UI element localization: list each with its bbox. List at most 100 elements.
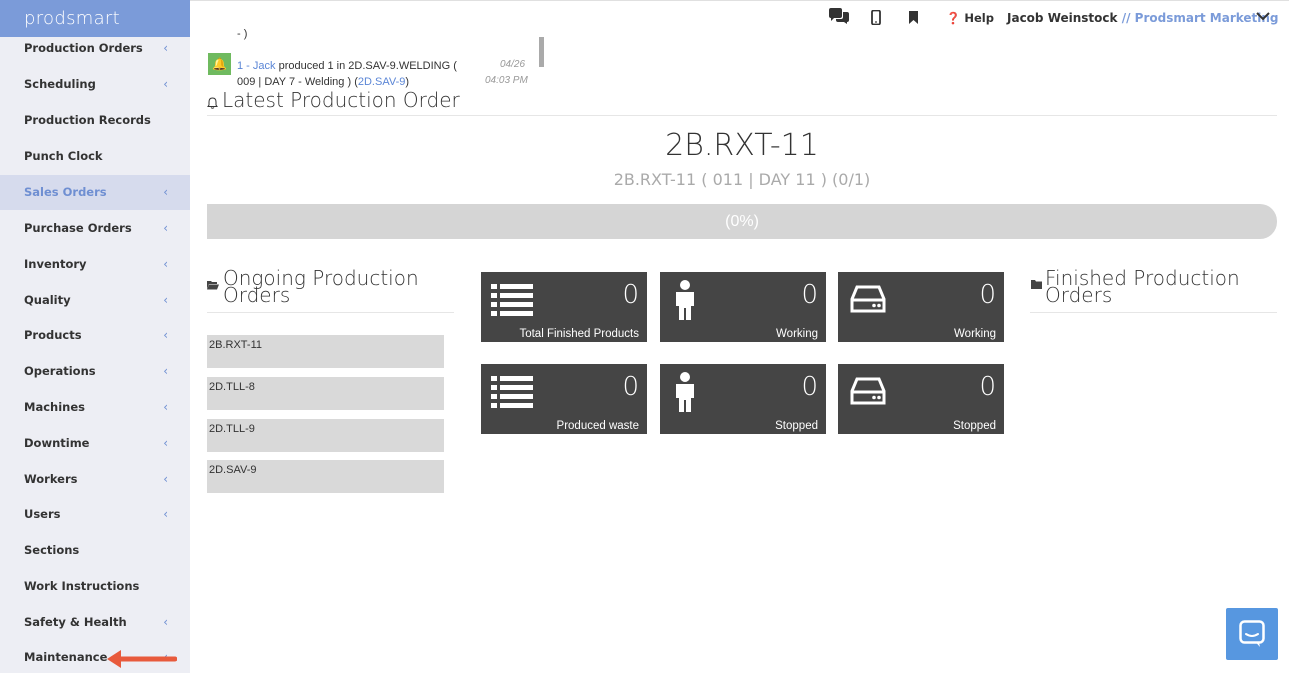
- ongoing-title: Ongoing Production Orders: [223, 268, 419, 305]
- bell-outline-icon: [207, 97, 218, 109]
- sidebar-item-operations[interactable]: Operations ‹: [0, 354, 190, 389]
- sidebar-item-inventory[interactable]: Inventory ‹: [0, 247, 190, 282]
- sidebar-item-purchase-orders[interactable]: Purchase Orders ‹: [0, 211, 190, 246]
- question-circle-icon: ❓: [946, 11, 961, 25]
- chevron-left-icon: ‹: [163, 257, 168, 271]
- tile-value: 0: [979, 280, 996, 310]
- hdd-icon: [850, 377, 886, 405]
- chat-icon[interactable]: [828, 8, 850, 26]
- sidebar-item-sections[interactable]: Sections: [0, 533, 190, 568]
- chevron-left-icon: ‹: [163, 41, 168, 55]
- help-label: Help: [964, 11, 994, 25]
- tile-label: Stopped: [953, 420, 996, 432]
- sidebar-item-label: Users: [24, 507, 61, 521]
- hdd-icon: [850, 285, 886, 313]
- notification-fragment: - ): [237, 28, 248, 40]
- tile-working-workers[interactable]: 0 Working: [660, 272, 826, 342]
- sidebar-item-label: Production Records: [24, 113, 151, 127]
- ongoing-order-item[interactable]: 2D.TLL-9: [207, 419, 444, 452]
- sidebar-item-work-instructions[interactable]: Work Instructions: [0, 569, 190, 604]
- sidebar-item-sales-orders[interactable]: Sales Orders ‹: [0, 175, 190, 210]
- tile-value: 0: [801, 372, 818, 402]
- tile-label: Produced waste: [556, 420, 639, 432]
- sidebar-item-users[interactable]: Users ‹: [0, 497, 190, 532]
- sidebar-item-label: Products: [24, 328, 82, 342]
- ongoing-order-item[interactable]: 2D.TLL-8: [207, 377, 444, 410]
- tile-stopped-machines[interactable]: 0 Stopped: [838, 364, 1004, 434]
- sidebar-item-label: Purchase Orders: [24, 221, 132, 235]
- sidebar-item-safety-health[interactable]: Safety & Health ‹: [0, 605, 190, 640]
- sidebar-item-punch-clock[interactable]: Punch Clock: [0, 139, 190, 174]
- latest-order-subtitle: 2B.RXT-11 ( 011 | DAY 11 ) (0/1): [613, 170, 871, 189]
- sidebar-item-machines[interactable]: Machines ‹: [0, 390, 190, 425]
- list-icon: [491, 284, 533, 316]
- mobile-icon[interactable]: [871, 10, 881, 25]
- chevron-left-icon: ‹: [163, 436, 168, 450]
- chevron-left-icon: ‹: [163, 615, 168, 629]
- latest-order-code[interactable]: 2B.RXT-11: [207, 128, 1277, 163]
- sidebar-item-workers[interactable]: Workers ‹: [0, 462, 190, 497]
- annotation-arrow-icon: [107, 650, 177, 668]
- chevron-left-icon: ‹: [163, 293, 168, 307]
- sidebar-item-label: Production Orders: [24, 41, 143, 55]
- sidebar-item-label: Inventory: [24, 257, 87, 271]
- sidebar-item-label: Scheduling: [24, 77, 96, 91]
- chevron-left-icon: ‹: [163, 472, 168, 486]
- sidebar-item-products[interactable]: Products ‹: [0, 318, 190, 353]
- notification-text: 1 - Jack produced 1 in 2D.SAV-9.WELDING …: [237, 58, 497, 90]
- divider: [207, 115, 1277, 116]
- notification-line2: 009 | DAY 7 - Welding ) (: [237, 76, 358, 88]
- sidebar-item-label: Operations: [24, 364, 96, 378]
- finished-title-line2: Orders: [1045, 283, 1113, 307]
- notification-scrollbar[interactable]: [539, 37, 544, 67]
- help-link[interactable]: ❓ Help: [946, 11, 994, 25]
- tile-value: 0: [622, 372, 639, 402]
- user-menu[interactable]: Jacob Weinstock // Prodsmart Marketing: [1007, 11, 1279, 25]
- sidebar-item-label: Quality: [24, 293, 71, 307]
- sidebar-item-label: Safety & Health: [24, 615, 127, 629]
- bookmark-icon[interactable]: [908, 11, 919, 24]
- tile-stopped-workers[interactable]: 0 Stopped: [660, 364, 826, 434]
- progress-bar: (0%): [207, 204, 1277, 239]
- list-icon: [491, 376, 533, 408]
- chevron-left-icon: ‹: [163, 364, 168, 378]
- tile-value: 0: [622, 280, 639, 310]
- chevron-left-icon: ‹: [163, 77, 168, 91]
- tile-working-machines[interactable]: 0 Working: [838, 272, 1004, 342]
- sidebar-item-scheduling[interactable]: Scheduling ‹: [0, 67, 190, 102]
- notification-time: 04:03 PM: [485, 75, 528, 86]
- sidebar-item-label: Machines: [24, 400, 85, 414]
- notification-link[interactable]: 1 - Jack: [237, 60, 276, 72]
- sidebar-item-label: Maintenance: [24, 650, 108, 664]
- notification-order-link[interactable]: 2D.SAV-9: [358, 76, 406, 88]
- tile-produced-waste[interactable]: 0 Produced waste: [481, 364, 647, 434]
- sidebar-item-label: Work Instructions: [24, 579, 140, 593]
- finished-title: Finished Production Orders: [1045, 268, 1240, 307]
- sidebar-item-label: Downtime: [24, 436, 90, 450]
- user-name: Jacob Weinstock: [1007, 11, 1118, 25]
- progress-label: (0%): [725, 213, 759, 230]
- notification-body: produced 1 in 2D.SAV-9.WELDING (: [275, 60, 457, 72]
- support-chat-button[interactable]: [1226, 608, 1278, 660]
- topbar-border: [190, 0, 1289, 1]
- sidebar-item-label: Workers: [24, 472, 78, 486]
- notification-date: 04/26: [500, 59, 526, 70]
- sidebar-item-downtime[interactable]: Downtime ‹: [0, 426, 190, 461]
- sidebar-item-production-records[interactable]: Production Records: [0, 103, 190, 138]
- sidebar-item-label: Sections: [24, 543, 80, 557]
- chevron-left-icon: ‹: [163, 185, 168, 199]
- sidebar: prodsmart Production Orders ‹ Scheduling ‹…: [0, 0, 190, 673]
- chat-bubble-icon: [1239, 620, 1265, 647]
- ongoing-order-item[interactable]: 2B.RXT-11: [207, 335, 444, 368]
- sidebar-item-quality[interactable]: Quality ‹: [0, 283, 190, 318]
- notification-line2-end: ): [405, 76, 410, 88]
- sidebar-item-production-orders[interactable]: Production Orders ‹: [0, 31, 190, 66]
- tile-label: Working: [954, 328, 996, 340]
- folder-open-icon: [207, 281, 219, 290]
- chevron-down-icon[interactable]: [1256, 12, 1270, 22]
- sidebar-item-label: Punch Clock: [24, 149, 103, 163]
- tile-total-finished-products[interactable]: 0 Total Finished Products: [481, 272, 647, 342]
- tile-value: 0: [979, 372, 996, 402]
- tile-label: Total Finished Products: [519, 328, 639, 340]
- ongoing-order-item[interactable]: 2D.SAV-9: [207, 460, 444, 493]
